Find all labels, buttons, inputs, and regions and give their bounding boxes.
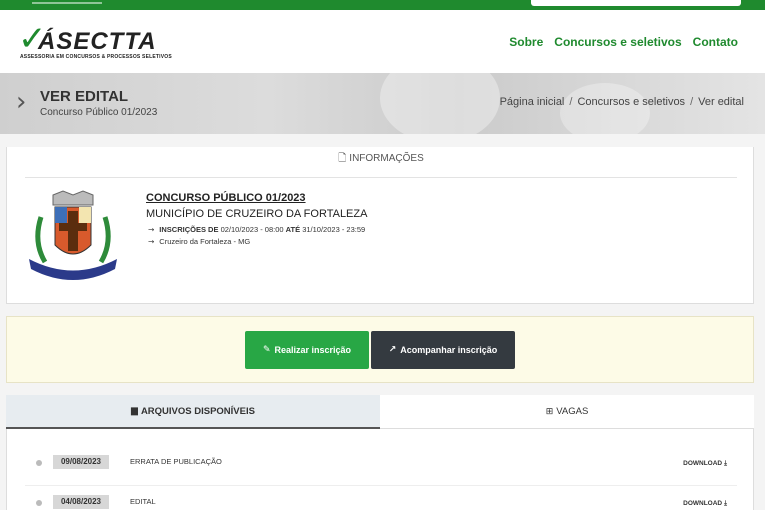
file-date: 09/08/2023 bbox=[53, 455, 109, 469]
register-button[interactable]: ✎ Realizar inscrição bbox=[245, 331, 369, 369]
page-subtitle: Concurso Público 01/2023 bbox=[40, 107, 158, 118]
list-item: 09/08/2023 ERRATA DE PUBLICAÇÃO DOWNLOAD… bbox=[25, 446, 737, 486]
arrow-right-icon: → bbox=[148, 237, 155, 246]
file-name: EDITAL bbox=[130, 497, 156, 506]
info-section-header: 🗋 INFORMAÇÕES bbox=[25, 147, 737, 178]
chevron-right-icon: › bbox=[16, 87, 27, 117]
tabs: ▆ ARQUIVOS DISPONÍVEIS ⊞ VAGAS bbox=[6, 395, 754, 429]
actions-panel: ✎ Realizar inscrição ↗ Acompanhar inscriçã… bbox=[6, 316, 754, 383]
navbar: ✓ ÁSECTTA ASSESSORIA EM CONCURSOS & PROC… bbox=[0, 10, 765, 73]
file-name: ERRATA DE PUBLICAÇÃO bbox=[130, 457, 222, 466]
download-icon: ⤓ bbox=[724, 499, 727, 507]
municipality-crest bbox=[29, 190, 117, 280]
tab-vacancies[interactable]: ⊞ VAGAS bbox=[380, 395, 754, 429]
list-item: 04/08/2023 EDITAL DOWNLOAD ⤓ bbox=[25, 486, 737, 510]
top-bar bbox=[0, 0, 765, 10]
menu-item-concursos[interactable]: Concursos e seletivos bbox=[554, 35, 681, 49]
menu-item-sobre[interactable]: Sobre bbox=[509, 35, 543, 49]
edit-icon: ✎ bbox=[262, 345, 271, 355]
page-header: › VER EDITAL Concurso Público 01/2023 Pá… bbox=[0, 73, 765, 134]
contest-title[interactable]: CONCURSO PÚBLICO 01/2023 bbox=[146, 192, 306, 204]
breadcrumb: Página inicial / Concursos e seletivos /… bbox=[499, 96, 744, 108]
grid-icon: ⊞ bbox=[545, 406, 554, 417]
breadcrumb-current: Ver edital bbox=[698, 96, 744, 108]
download-link[interactable]: DOWNLOAD ⤓ bbox=[683, 459, 727, 468]
registration-period: → INSCRIÇÕES DE 02/10/2023 - 08:00 ATÉ 31… bbox=[148, 225, 366, 234]
external-link-icon: ↗ bbox=[388, 345, 397, 355]
info-card: 🗋 INFORMAÇÕES CONCURSO PÚBLICO 01/2023 MU… bbox=[6, 147, 754, 304]
file-icon: ▆ bbox=[131, 406, 138, 416]
logo-text: ÁSECTTA bbox=[38, 28, 157, 55]
logo[interactable]: ✓ ÁSECTTA ASSESSORIA EM CONCURSOS & PROC… bbox=[18, 22, 172, 64]
track-registration-button[interactable]: ↗ Acompanhar inscrição bbox=[371, 331, 515, 369]
tab-files[interactable]: ▆ ARQUIVOS DISPONÍVEIS bbox=[6, 395, 380, 429]
files-list: 09/08/2023 ERRATA DE PUBLICAÇÃO DOWNLOAD… bbox=[6, 429, 754, 510]
location: → Cruzeiro da Fortaleza - MG bbox=[148, 237, 251, 246]
file-date: 04/08/2023 bbox=[53, 495, 109, 509]
breadcrumb-concursos[interactable]: Concursos e seletivos bbox=[577, 96, 685, 108]
download-icon: ⤓ bbox=[724, 459, 727, 467]
breadcrumb-home[interactable]: Página inicial bbox=[500, 96, 565, 108]
menu-item-contato[interactable]: Contato bbox=[693, 35, 738, 49]
arrow-right-icon: → bbox=[148, 225, 155, 234]
municipality-name: MUNICÍPIO DE CRUZEIRO DA FORTALEZA bbox=[146, 208, 368, 220]
document-icon: 🗋 bbox=[338, 153, 347, 164]
download-link[interactable]: DOWNLOAD ⤓ bbox=[683, 499, 727, 508]
logo-tagline: ASSESSORIA EM CONCURSOS & PROCESSOS SELE… bbox=[20, 54, 172, 60]
main-menu: Sobre Concursos e seletivos Contato bbox=[509, 35, 738, 49]
top-bar-link[interactable] bbox=[32, 0, 102, 4]
page-title: VER EDITAL bbox=[40, 88, 129, 105]
search-input[interactable] bbox=[531, 0, 741, 6]
